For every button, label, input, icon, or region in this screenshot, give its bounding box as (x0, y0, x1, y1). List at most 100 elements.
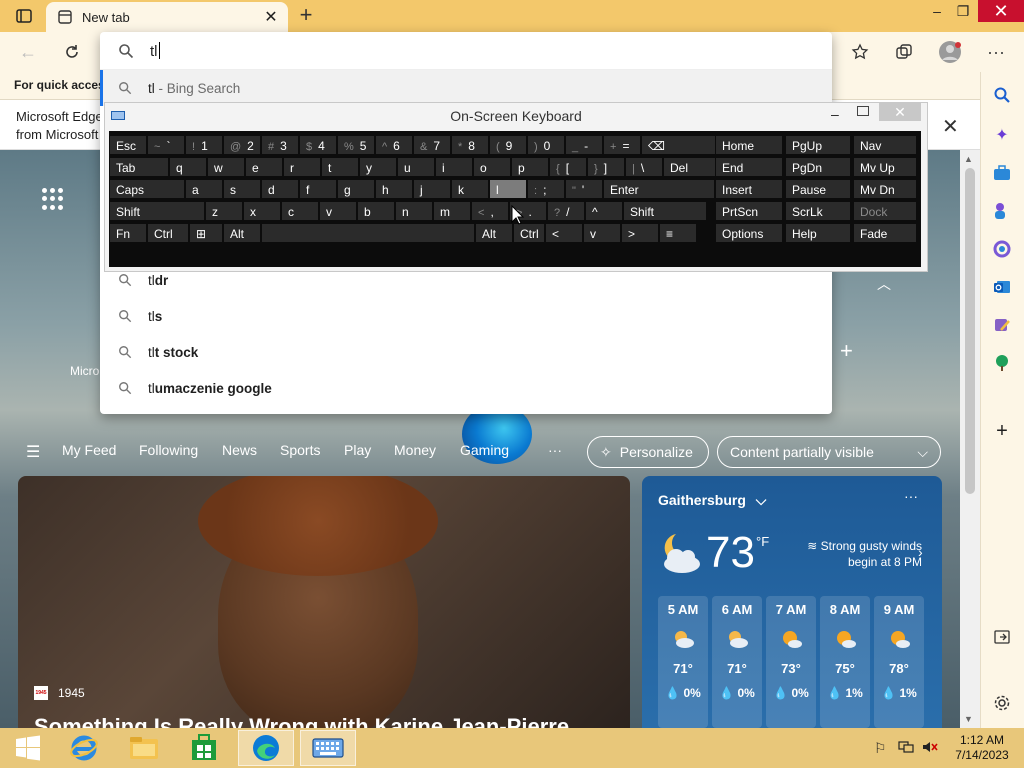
start-button[interactable] (0, 730, 56, 766)
osk-key[interactable]: {[ (549, 157, 587, 177)
taskbar-edge[interactable] (238, 730, 294, 766)
restore-button[interactable]: ❐ (948, 0, 978, 22)
scroll-up-icon[interactable]: ▲ (964, 154, 973, 164)
quick-link-label[interactable]: Micro (70, 364, 99, 378)
osk-key[interactable]: w (207, 157, 245, 177)
add-quick-link-icon[interactable]: + (840, 338, 853, 364)
suggestion-item[interactable]: tls (100, 298, 832, 334)
refresh-icon[interactable] (60, 40, 84, 64)
osk-key[interactable]: g (337, 179, 375, 199)
tab-my-feed[interactable]: My Feed (62, 442, 116, 458)
add-sidebar-app-icon[interactable]: + (991, 420, 1013, 442)
osk-key[interactable]: Shift (623, 201, 707, 221)
back-icon[interactable]: ← (16, 40, 40, 64)
osk-key[interactable]: u (397, 157, 435, 177)
taskbar-file-explorer[interactable] (116, 730, 172, 766)
osk-key[interactable]: ≡ (659, 223, 697, 243)
osk-key[interactable]: % 5 (337, 135, 375, 155)
collections-icon[interactable] (892, 40, 916, 64)
tab-new-tab[interactable]: New tab ✕ (46, 2, 288, 32)
tab-money[interactable]: Money (394, 442, 436, 458)
osk-key[interactable]: Alt (475, 223, 513, 243)
chevron-right-icon[interactable]: › (918, 544, 923, 560)
osk-key[interactable]: #3 (261, 135, 299, 155)
osk-key[interactable]: & 7 (413, 135, 451, 155)
designer-icon[interactable] (991, 314, 1013, 336)
osk-key[interactable]: Alt (223, 223, 261, 243)
osk-key[interactable]: ? / (547, 201, 585, 221)
suggestion-item[interactable]: tlumaczenie google (100, 370, 832, 406)
osk-key[interactable]: p (511, 157, 549, 177)
osk-key[interactable]: x (243, 201, 281, 221)
osk-nav-key[interactable]: Fade (853, 223, 917, 243)
search-icon[interactable] (991, 84, 1013, 106)
osk-nav-key[interactable]: PrtScn (715, 201, 783, 221)
osk-nav-key[interactable]: PgDn (785, 157, 851, 177)
osk-nav-key[interactable]: Insert (715, 179, 783, 199)
osk-key[interactable]: v (319, 201, 357, 221)
sidebar-settings-gear-icon[interactable] (991, 692, 1013, 714)
copilot-icon[interactable]: ✦ (991, 124, 1013, 146)
weather-alert[interactable]: ≋ Strong gusty winds begin at 8 PM (792, 538, 922, 570)
osk-nav-key[interactable]: Dock (853, 201, 917, 221)
osk-key[interactable]: i (435, 157, 473, 177)
osk-key[interactable] (261, 223, 475, 243)
taskbar-store[interactable] (176, 730, 232, 766)
osk-key[interactable]: <, (471, 201, 509, 221)
address-input[interactable]: tl (150, 42, 160, 60)
osk-key[interactable]: ! 1 (185, 135, 223, 155)
osk-maximize-button[interactable] (857, 106, 869, 116)
osk-key[interactable]: (9 (489, 135, 527, 155)
osk-key[interactable]: b (357, 201, 395, 221)
content-visibility-dropdown[interactable]: Content partially visible ⌵ (717, 436, 941, 468)
osk-key[interactable]: @2 (223, 135, 261, 155)
outlook-icon[interactable] (991, 276, 1013, 298)
osk-key[interactable]: ⊞ (189, 223, 223, 243)
hide-sidebar-icon[interactable] (991, 626, 1013, 648)
osk-key[interactable]: s (223, 179, 261, 199)
osk-key[interactable]: * 8 (451, 135, 489, 155)
profile-avatar[interactable] (938, 40, 962, 64)
osk-key[interactable]: l (489, 179, 527, 199)
scroll-down-icon[interactable]: ▼ (964, 714, 973, 724)
osk-key[interactable]: r (283, 157, 321, 177)
osk-key[interactable]: v (583, 223, 621, 243)
osk-key[interactable]: Tab (109, 157, 169, 177)
osk-key[interactable]: Shift (109, 201, 205, 221)
osk-key[interactable]: Caps (109, 179, 185, 199)
tab-close-icon[interactable]: ✕ (260, 7, 282, 27)
osk-nav-key[interactable]: PgUp (785, 135, 851, 155)
osk-nav-key[interactable]: Home (715, 135, 783, 155)
hamburger-menu-icon[interactable]: ☰ (26, 442, 40, 462)
osk-key[interactable]: e (245, 157, 283, 177)
osk-key[interactable]: | \ (625, 157, 663, 177)
osk-key[interactable]: k (451, 179, 489, 199)
osk-key[interactable]: t (321, 157, 359, 177)
osk-key[interactable]: ⌫ (641, 135, 725, 155)
osk-key[interactable]: j (413, 179, 451, 199)
osk-nav-key[interactable]: ScrLk (785, 201, 851, 221)
page-scrollbar[interactable]: ▲ ▼ (960, 150, 980, 728)
osk-key[interactable]: Esc (109, 135, 147, 155)
temperature-unit[interactable]: °F (756, 534, 769, 549)
tab-actions-button[interactable] (10, 6, 38, 26)
osk-key[interactable]: + = (603, 135, 641, 155)
hourly-forecast-item[interactable]: 7 AM 73° 💧 0% (766, 596, 816, 728)
osk-key[interactable]: < (545, 223, 583, 243)
personalize-button[interactable]: ✧ Personalize (587, 436, 709, 468)
hourly-forecast-item[interactable]: 8 AM 75° 💧 1% (820, 596, 870, 728)
taskbar-on-screen-keyboard[interactable] (300, 730, 356, 766)
window-close-button[interactable]: ✕ (978, 0, 1024, 22)
osk-key[interactable]: Fn (109, 223, 147, 243)
osk-key[interactable]: Ctrl (513, 223, 545, 243)
osk-key[interactable]: ) 0 (527, 135, 565, 155)
osk-nav-key[interactable]: Mv Up (853, 157, 917, 177)
osk-nav-key[interactable]: Mv Dn (853, 179, 917, 199)
osk-key[interactable]: $4 (299, 135, 337, 155)
address-bar[interactable]: tl (100, 32, 832, 70)
action-center-flag-icon[interactable]: ⚐ (874, 740, 887, 757)
osk-key[interactable]: o (473, 157, 511, 177)
osk-key[interactable]: ^ 6 (375, 135, 413, 155)
weather-card[interactable]: Gaithersburg ⌵ ··· 73 °F ≋ Strong gusty … (642, 476, 942, 728)
volume-muted-icon[interactable] (922, 740, 938, 757)
